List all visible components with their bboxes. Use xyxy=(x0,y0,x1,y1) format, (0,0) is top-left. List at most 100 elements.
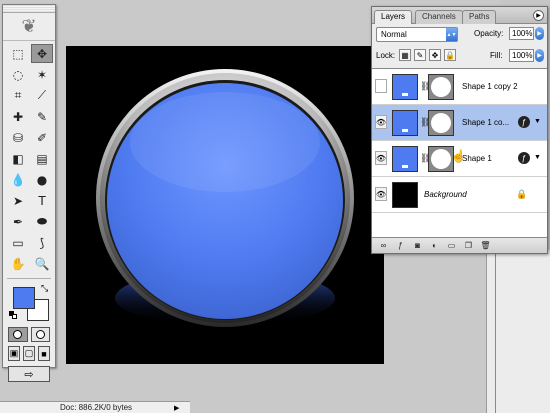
tool-glyph: ⛁ xyxy=(12,130,24,145)
layer-name[interactable]: Background xyxy=(424,190,467,199)
fill-thumbnail[interactable] xyxy=(392,110,418,136)
tool-glyph: ⟆ xyxy=(39,235,45,250)
layer-row[interactable]: 👁 Background 🔒 xyxy=(372,177,547,213)
magic-wand-icon[interactable]: ✶ xyxy=(31,65,53,84)
crop-tool-icon[interactable]: ⌗ xyxy=(7,86,29,105)
shape-tool-icon[interactable]: ⬬ xyxy=(31,212,53,231)
lock-all-icon[interactable]: 🔒 xyxy=(444,49,456,61)
full-screen-button[interactable]: ■ xyxy=(38,346,50,361)
visibility-toggle[interactable]: 👁 xyxy=(375,187,387,201)
history-brush-icon[interactable]: ✐ xyxy=(31,128,53,147)
quick-mask-mode-button[interactable] xyxy=(30,327,50,342)
status-bar: Doc: 886.2K/0 bytes ▶ xyxy=(0,401,190,413)
lock-transparent-icon[interactable]: ▦ xyxy=(399,49,411,61)
tab-channels[interactable]: Channels xyxy=(415,10,463,24)
opacity-slider-arrow-icon[interactable]: ▶ xyxy=(535,27,544,40)
layer-effects-icon[interactable]: ƒ xyxy=(518,152,530,164)
tool-glyph: ▭ xyxy=(12,235,24,250)
layer-name[interactable]: Shape 1 copy 2 xyxy=(462,82,518,91)
tool-glyph: ⬚ xyxy=(12,46,24,61)
marquee-tool-icon[interactable]: ⬚ xyxy=(7,44,29,63)
tool-glyph: ✐ xyxy=(36,130,48,145)
layer-effects-icon[interactable]: ƒ xyxy=(518,116,530,128)
fill-thumbnail[interactable] xyxy=(392,146,418,172)
jump-to-imageready-button[interactable]: ⇨ xyxy=(8,366,50,382)
status-menu-arrow-icon[interactable]: ▶ xyxy=(174,404,179,412)
tool-glyph: ⌗ xyxy=(14,88,22,102)
clone-stamp-icon[interactable]: ⛁ xyxy=(7,128,29,147)
foreground-color-swatch[interactable] xyxy=(13,287,35,309)
eyedropper-icon[interactable]: ⟆ xyxy=(31,233,53,252)
palette-tabs: Layers Channels Paths ▶ xyxy=(372,7,547,24)
dodge-tool-icon[interactable]: ● xyxy=(31,170,53,189)
button-highlight xyxy=(130,92,320,192)
lock-position-icon[interactable]: ✥ xyxy=(429,49,441,61)
vector-mask-thumbnail[interactable] xyxy=(428,110,454,136)
expand-effects-icon[interactable]: ▼ xyxy=(534,118,541,125)
standard-screen-button[interactable]: ▣ xyxy=(8,346,20,361)
brush-tool-icon[interactable]: ✎ xyxy=(31,107,53,126)
path-selection-icon[interactable]: ➤ xyxy=(7,191,29,210)
tool-glyph: ◌ xyxy=(12,67,24,82)
move-tool-icon[interactable]: ✥ xyxy=(31,44,53,63)
swap-colors-icon[interactable]: ⤡ xyxy=(41,283,48,294)
healing-brush-icon[interactable]: ✚ xyxy=(7,107,29,126)
window-divider xyxy=(495,250,496,413)
fill-slider-arrow-icon[interactable]: ▶ xyxy=(535,49,544,62)
type-tool-icon[interactable]: T xyxy=(31,191,53,210)
lasso-tool-icon[interactable]: ◌ xyxy=(7,65,29,84)
visibility-toggle[interactable]: 👁 xyxy=(375,151,387,165)
visibility-toggle[interactable]: 👁 xyxy=(375,79,387,93)
layer-row[interactable]: 👁 ⛓ Shape 1 copy 2 xyxy=(372,69,547,105)
fill-label: Fill: xyxy=(490,51,503,60)
tool-glyph: 🔍 xyxy=(34,256,50,271)
lock-pixels-icon[interactable]: ✎ xyxy=(414,49,426,61)
toolbox: ❦ ⬚ ✥ ◌ ✶ ⌗ ⟋ ✚ ✎ ⛁ ✐ ◧ ▤ 💧 ● ➤ T ✒ ⬬ ▭ ⟆ ✋ 🔍 ⤡ ▣ ▢ ■ ⇨ xyxy=(2,4,56,382)
new-group-icon[interactable]: ▭ xyxy=(446,240,457,251)
blur-tool-icon[interactable]: 💧 xyxy=(7,170,29,189)
expand-effects-icon[interactable]: ▼ xyxy=(534,154,541,161)
doc-size-info: Doc: 886.2K/0 bytes xyxy=(60,403,133,412)
fill-thumbnail[interactable] xyxy=(392,74,418,100)
tool-glyph: ✚ xyxy=(12,109,24,124)
blend-mode-select[interactable]: Normal ▲▼ xyxy=(376,27,458,42)
tab-paths[interactable]: Paths xyxy=(462,10,497,24)
opacity-input[interactable]: 100% xyxy=(509,27,534,40)
layer-name[interactable]: Shape 1 xyxy=(462,154,492,163)
hand-cursor-icon: ☝ xyxy=(451,149,466,163)
notes-tool-icon[interactable]: ▭ xyxy=(7,233,29,252)
add-mask-icon[interactable]: ◙ xyxy=(412,240,423,251)
palette-menu-icon[interactable]: ▶ xyxy=(533,10,544,21)
tool-glyph: ➤ xyxy=(12,193,24,208)
zoom-tool-icon[interactable]: 🔍 xyxy=(31,254,53,273)
trash-icon[interactable]: 🗑 xyxy=(480,240,491,251)
layer-row-selected[interactable]: 👁 ⛓ Shape 1 co... ƒ ▼ xyxy=(372,105,547,141)
blend-mode-value: Normal xyxy=(381,30,407,39)
gradient-tool-icon[interactable]: ▤ xyxy=(31,149,53,168)
glass-button-artwork xyxy=(96,69,354,327)
vector-mask-thumbnail[interactable] xyxy=(428,74,454,100)
background-thumbnail[interactable] xyxy=(392,182,418,208)
eraser-tool-icon[interactable]: ◧ xyxy=(7,149,29,168)
full-screen-menu-button[interactable]: ▢ xyxy=(23,346,35,361)
chevron-updown-icon: ▲▼ xyxy=(446,28,457,41)
tab-layers[interactable]: Layers xyxy=(374,10,413,24)
toolbox-titlebar[interactable] xyxy=(3,5,55,13)
new-layer-icon[interactable]: ❐ xyxy=(463,240,474,251)
add-style-icon[interactable]: ƒ xyxy=(395,240,406,251)
visibility-toggle[interactable]: 👁 xyxy=(375,115,387,129)
link-layers-icon[interactable]: ∞ xyxy=(378,240,389,251)
feather-logo-icon[interactable]: ❦ xyxy=(3,13,55,41)
layer-name[interactable]: Shape 1 co... xyxy=(462,118,509,127)
fill-input[interactable]: 100% xyxy=(509,49,534,62)
canvas[interactable] xyxy=(66,46,384,364)
pen-tool-icon[interactable]: ✒ xyxy=(7,212,29,231)
lock-row: Lock: ▦ ✎ ✥ 🔒 Fill: 100% ▶ xyxy=(372,46,547,68)
adjustment-layer-icon[interactable]: ◐ xyxy=(429,240,440,251)
slice-tool-icon[interactable]: ⟋ xyxy=(31,86,53,105)
standard-mode-button[interactable] xyxy=(8,327,28,342)
hand-tool-icon[interactable]: ✋ xyxy=(7,254,29,273)
layers-palette: Layers Channels Paths ▶ Normal ▲▼ Opacit… xyxy=(371,6,548,254)
tool-glyph: ✋ xyxy=(10,256,26,271)
default-colors-icon[interactable] xyxy=(9,311,17,319)
